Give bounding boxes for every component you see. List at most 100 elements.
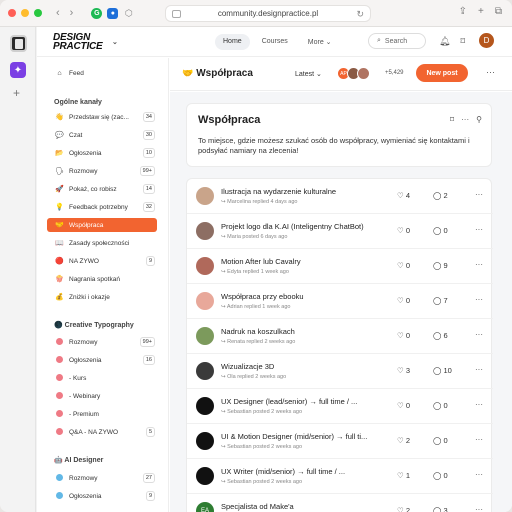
post-title[interactable]: Nadruk na koszulkach (221, 327, 381, 336)
comment-button[interactable]: ◯ 7 (433, 296, 448, 305)
more-options-icon[interactable]: ··· (475, 435, 483, 444)
new-post-button[interactable]: New post (416, 64, 468, 82)
post-row[interactable]: Nadruk na koszulkach ↪ Renata replied 2 w… (187, 319, 493, 354)
post-title[interactable]: Motion After lub Cavalry (221, 257, 381, 266)
author-avatar[interactable] (196, 432, 214, 450)
like-button[interactable]: ♡ 2 (397, 436, 410, 445)
like-button[interactable]: ♡ 4 (397, 191, 410, 200)
search-input[interactable]: ⌕ Search (368, 33, 426, 49)
comment-button[interactable]: ◯ 6 (433, 331, 448, 340)
like-button[interactable]: ♡ 0 (397, 296, 410, 305)
tabs-overview-icon[interactable]: ⧉ (495, 6, 502, 17)
post-title[interactable]: Wizualizacje 3D (221, 362, 381, 371)
nav-home[interactable]: Home (215, 34, 250, 50)
sidebar-item[interactable]: - Webinary (47, 389, 157, 403)
back-icon[interactable]: ‹ (56, 7, 60, 19)
like-button[interactable]: ♡ 0 (397, 261, 410, 270)
post-title[interactable]: UX Writer (mid/senior) → full time / ... (221, 467, 381, 476)
member-avatars[interactable]: AP (337, 67, 370, 80)
maximize-window-button[interactable] (34, 9, 42, 17)
sidebar-item[interactable]: 🚀 Pokaż, co robisz 14 (47, 182, 157, 196)
community-app-icon[interactable] (10, 35, 27, 52)
address-bar[interactable]: community.designpractice.pl ↻ (165, 5, 371, 22)
sidebar-item[interactable]: 🔴 NA ŻYWO 9 (47, 254, 157, 268)
post-row[interactable]: EASpecjalista od Make'a↪ Sebastian repli… (187, 494, 493, 512)
post-row[interactable]: Motion After lub Cavalry ↪ Edyta replied … (187, 249, 493, 284)
share-icon[interactable]: ⇪ (459, 6, 467, 17)
author-avatar[interactable] (196, 397, 214, 415)
more-options-icon[interactable]: ··· (475, 400, 483, 409)
close-window-button[interactable] (8, 9, 16, 17)
comment-button[interactable]: ◯ 10 (433, 366, 452, 375)
sidebar-item[interactable]: - Premium (47, 407, 157, 421)
ai-app-icon[interactable]: ✦ (10, 62, 26, 78)
sidebar-item[interactable]: 💰 Zniżki i okazje (47, 290, 157, 304)
like-button[interactable]: ♡ 1 (397, 471, 410, 480)
sort-dropdown[interactable]: Latest ⌄ (295, 70, 322, 78)
post-title[interactable]: Współpraca przy ebooku (221, 292, 381, 301)
comment-button[interactable]: ◯ 2 (433, 191, 448, 200)
like-button[interactable]: ♡ 2 (397, 506, 410, 512)
privacy-extension-icon[interactable]: ● (107, 7, 119, 19)
sidebar-item-feed[interactable]: ⌂ Feed (47, 66, 157, 80)
post-row[interactable]: Współpraca przy ebooku ↪ Adrian replied 1… (187, 284, 493, 319)
author-avatar[interactable]: EA (196, 502, 214, 512)
more-options-icon[interactable]: ··· (475, 470, 483, 479)
comment-button[interactable]: ◯ 0 (433, 471, 448, 480)
author-avatar[interactable] (196, 362, 214, 380)
post-title[interactable]: UI & Motion Designer (mid/senior) → full… (221, 432, 381, 441)
tab-overview-icon[interactable] (172, 10, 181, 18)
more-options-icon[interactable]: ··· (475, 190, 483, 199)
post-row[interactable]: UX Designer (lead/senior) → full time / … (187, 389, 493, 424)
grammarly-extension-icon[interactable]: G (91, 7, 103, 19)
sidebar-item[interactable]: 📂 Ogłoszenia 10 (47, 146, 157, 160)
author-avatar[interactable] (196, 467, 214, 485)
sidebar-item[interactable]: 🤝 Współpraca (47, 218, 157, 232)
post-title[interactable]: Ilustracja na wydarzenie kulturalne (221, 187, 381, 196)
sidebar-item[interactable]: Q&A - NA ŻYWO 5 (47, 425, 157, 439)
post-row[interactable]: UX Writer (mid/senior) → full time / ...… (187, 459, 493, 494)
like-button[interactable]: ♡ 3 (397, 366, 410, 375)
comment-button[interactable]: ◯ 0 (433, 226, 448, 235)
post-row[interactable]: Ilustracja na wydarzenie kulturalne ↪ Mar… (187, 179, 493, 214)
author-avatar[interactable] (196, 327, 214, 345)
chevron-down-icon[interactable]: ⌄ (112, 38, 118, 47)
more-options-icon[interactable]: ··· (475, 505, 483, 512)
forward-icon[interactable]: › (70, 7, 74, 19)
like-button[interactable]: ♡ 0 (397, 226, 410, 235)
sidebar-item[interactable]: 📖 Zasady społeczności (47, 236, 157, 250)
comment-button[interactable]: ◯ 9 (433, 261, 448, 270)
sidebar-item[interactable]: 💬 Czat 30 (47, 128, 157, 142)
nav-courses[interactable]: Courses (254, 34, 296, 50)
more-options-icon[interactable]: ··· (475, 260, 483, 269)
like-button[interactable]: ♡ 0 (397, 401, 410, 410)
more-options-icon[interactable]: ··· (475, 330, 483, 339)
shield-icon[interactable]: ⬡ (123, 8, 134, 19)
reload-icon[interactable]: ↻ (356, 9, 364, 20)
bookmark-icon[interactable]: ⌑ (450, 115, 454, 124)
post-row[interactable]: Wizualizacje 3D ↪ Ola replied 2 weeks ago… (187, 354, 493, 389)
more-options-icon[interactable]: ··· (475, 225, 483, 234)
author-avatar[interactable] (196, 292, 214, 310)
add-app-icon[interactable]: + (13, 86, 20, 100)
like-button[interactable]: ♡ 0 (397, 331, 410, 340)
more-options-icon[interactable]: ··· (486, 67, 495, 77)
author-avatar[interactable] (196, 222, 214, 240)
more-options-icon[interactable]: ··· (461, 115, 469, 124)
comment-button[interactable]: ◯ 0 (433, 436, 448, 445)
sidebar-item[interactable]: Rozmowy 99+ (47, 335, 157, 349)
sidebar-item[interactable]: Ogłoszenia 9 (47, 489, 157, 503)
sidebar-item[interactable]: - Kurs (47, 371, 157, 385)
user-avatar[interactable]: D (479, 33, 494, 48)
sidebar-item[interactable]: 👋 Przedstaw się (zac... 34 (47, 110, 157, 124)
sidebar-item[interactable]: 💡 Feedback potrzebny 32 (47, 200, 157, 214)
sidebar-item[interactable]: 🍿 Nagrania spotkań (47, 272, 157, 286)
new-tab-icon[interactable]: + (478, 6, 484, 17)
minimize-window-button[interactable] (21, 9, 29, 17)
author-avatar[interactable] (196, 187, 214, 205)
bookmark-icon[interactable]: ⌑ (460, 36, 465, 47)
author-avatar[interactable] (196, 257, 214, 275)
more-options-icon[interactable]: ··· (475, 365, 483, 374)
post-title[interactable]: Projekt logo dla K.AI (Inteligentny Chat… (221, 222, 381, 231)
post-title[interactable]: Specjalista od Make'a (221, 502, 381, 511)
